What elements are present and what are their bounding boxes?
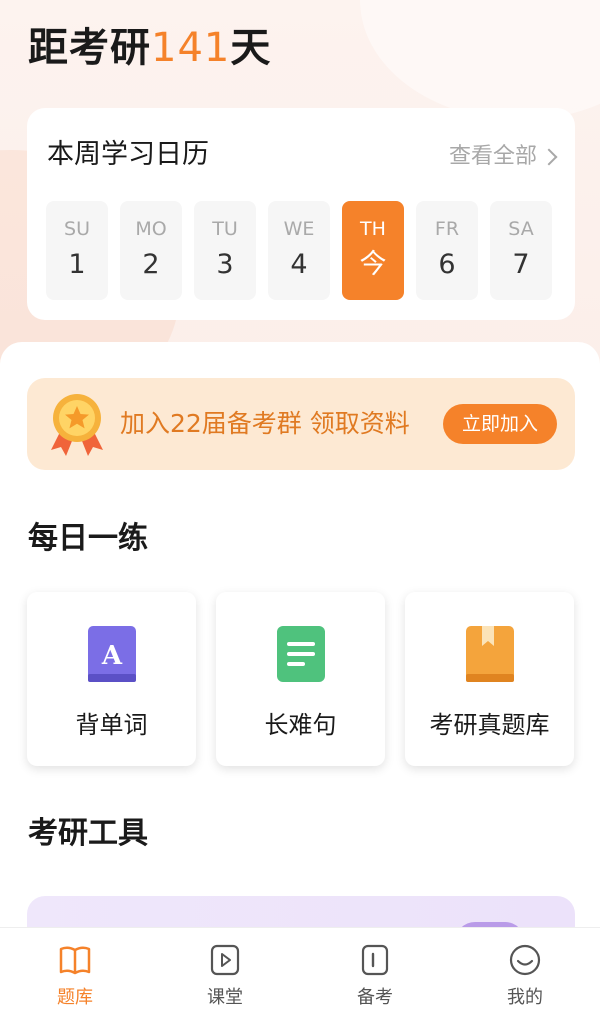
day-abbr: TH	[360, 218, 386, 240]
day-abbr: SA	[508, 218, 534, 240]
play-video-icon	[210, 944, 240, 976]
calendar-day-th-today[interactable]: TH 今	[342, 201, 404, 300]
daily-practice-list: A 背单词 长难句 考研真题库	[27, 592, 574, 766]
smiley-profile-icon	[509, 944, 541, 976]
day-date: 1	[68, 249, 86, 280]
day-abbr: FR	[434, 218, 460, 240]
daily-practice-title: 每日一练	[28, 521, 148, 556]
countdown-suffix: 天	[230, 25, 272, 71]
practice-label: 背单词	[75, 711, 148, 739]
practice-vocabulary-card[interactable]: A 背单词	[27, 592, 196, 766]
study-group-banner[interactable]: 加入22届备考群 领取资料 立即加入	[27, 378, 575, 470]
calendar-day-sa[interactable]: SA 7	[490, 201, 552, 300]
document-icon	[276, 626, 325, 682]
tab-label: 备考	[357, 987, 393, 1008]
calendar-day-fr[interactable]: FR 6	[416, 201, 478, 300]
calendar-days: SU 1 MO 2 TU 3 WE 4 TH 今 FR 6 SA 7	[46, 201, 552, 300]
calendar-day-we[interactable]: WE 4	[268, 201, 330, 300]
chevron-right-icon	[540, 148, 558, 166]
tab-profile[interactable]: 我的	[450, 928, 600, 1024]
bottom-tab-bar: 题库 课堂 备考 我的	[0, 927, 600, 1024]
day-date: 4	[290, 249, 308, 280]
calendar-day-mo[interactable]: MO 2	[120, 201, 182, 300]
exam-countdown: 距考研141天	[28, 22, 271, 74]
exam-tools-title: 考研工具	[28, 816, 148, 851]
practice-long-sentences-card[interactable]: 长难句	[216, 592, 385, 766]
day-abbr: SU	[64, 218, 90, 240]
view-all-link[interactable]: 查看全部	[448, 142, 558, 172]
day-abbr: TU	[212, 218, 238, 240]
tab-exam-prep[interactable]: 备考	[300, 928, 450, 1024]
weekly-study-calendar: 本周学习日历 查看全部 SU 1 MO 2 TU 3 WE 4 TH 今 FR …	[27, 108, 575, 320]
practice-question-bank-card[interactable]: 考研真题库	[405, 592, 574, 766]
tab-label: 我的	[507, 987, 543, 1008]
practice-label: 考研真题库	[429, 711, 550, 739]
countdown-days: 141	[151, 25, 231, 71]
view-all-label: 查看全部	[448, 144, 537, 169]
day-date: 3	[216, 249, 234, 280]
svg-text:A: A	[100, 641, 122, 671]
calendar-title: 本周学习日历	[47, 139, 209, 170]
question-bank-book-icon	[465, 626, 514, 682]
banner-text: 加入22届备考群 领取资料	[120, 409, 410, 438]
day-abbr: WE	[283, 218, 315, 240]
notebook-icon	[361, 944, 389, 976]
day-date: 6	[438, 249, 456, 280]
day-date: 7	[512, 249, 530, 280]
tab-label: 题库	[57, 987, 93, 1008]
countdown-prefix: 距考研	[28, 25, 151, 71]
tab-label: 课堂	[207, 987, 243, 1008]
open-book-icon	[59, 946, 91, 975]
vocabulary-book-icon: A	[87, 626, 136, 682]
day-date: 今	[359, 249, 387, 280]
day-abbr: MO	[135, 218, 167, 240]
day-date: 2	[142, 249, 160, 280]
practice-label: 长难句	[264, 711, 337, 739]
tab-question-bank[interactable]: 题库	[0, 928, 150, 1024]
calendar-day-tu[interactable]: TU 3	[194, 201, 256, 300]
tab-classroom[interactable]: 课堂	[150, 928, 300, 1024]
calendar-day-su[interactable]: SU 1	[46, 201, 108, 300]
join-now-button[interactable]: 立即加入	[443, 404, 557, 444]
medal-icon	[51, 394, 103, 456]
